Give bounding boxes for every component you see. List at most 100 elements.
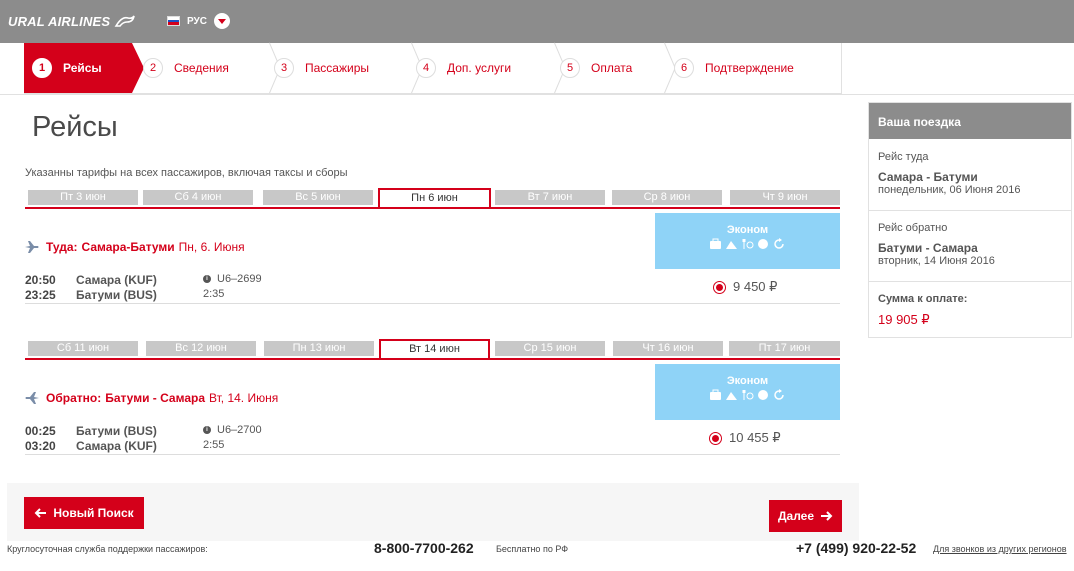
step-label: Оплата (591, 61, 633, 75)
date-tab[interactable]: Вт 7 июн (495, 190, 605, 205)
trip-total: Сумма к оплате: 19 905 ₽ (869, 293, 1071, 328)
arrival-airport: Батуми (BUS) (76, 288, 157, 302)
row-divider (25, 454, 840, 455)
info-icon[interactable]: i (203, 275, 211, 283)
flight-date: Вт, 14. Июня (209, 391, 279, 405)
date-tab[interactable]: Пт 17 июн (729, 341, 840, 356)
departure-airport: Самара (KUF) (76, 273, 157, 287)
free-note: Бесплатно по РФ (496, 544, 569, 554)
fare-radio[interactable] (709, 431, 722, 445)
next-button[interactable]: Далее (769, 500, 842, 532)
date-tab[interactable]: Пт 3 июн (28, 190, 138, 205)
new-search-button[interactable]: Новый Поиск (24, 497, 144, 529)
outbound-date-tabs: Пт 3 июн Сб 4 июн Вс 5 июн Пн 6 июн Вт 7… (25, 188, 840, 212)
date-tabs-underline (25, 358, 840, 360)
trip-return-date: вторник, 14 Июня 2016 (878, 255, 995, 267)
russia-flag-icon (167, 16, 180, 26)
date-tab[interactable]: Сб 11 июн (28, 341, 138, 356)
return-heading: Обратно: Батуми - Самара Вт, 14. Июня (25, 391, 278, 405)
step-flights[interactable]: 1 Рейсы (24, 43, 144, 93)
meal-icon (742, 390, 754, 400)
step-label: Доп. услуги (447, 61, 512, 75)
step-number: 5 (560, 58, 580, 78)
date-tab[interactable]: Ср 15 июн (495, 341, 605, 356)
fare-features (655, 389, 840, 401)
exchange-icon (774, 238, 784, 249)
date-tab-selected[interactable]: Пн 6 июн (378, 188, 491, 207)
free-phone[interactable]: 8-800-7700-262 (374, 540, 474, 556)
step-confirmation[interactable]: 6 Подтверждение (674, 43, 794, 93)
step-label: Рейсы (63, 61, 102, 75)
date-tab[interactable]: Вс 5 июн (263, 190, 373, 205)
date-tabs-underline (25, 207, 840, 209)
fare-note: Указанны тарифы на всех пассажиров, вклю… (25, 167, 348, 179)
other-phone[interactable]: +7 (499) 920-22-52 (796, 540, 916, 556)
fare-features (655, 238, 840, 250)
departure-time: 20:50 (25, 273, 56, 287)
date-tab-selected[interactable]: Вт 14 июн (379, 339, 490, 358)
step-payment[interactable]: 5 Оплата (560, 43, 632, 93)
plane-return-icon (25, 392, 39, 404)
arrival-time: 03:20 (25, 439, 56, 453)
support-text: Круглосуточная служба поддержки пассажир… (7, 544, 208, 554)
arrival-airport: Самара (KUF) (76, 439, 157, 453)
date-tab[interactable]: Вс 12 июн (146, 341, 256, 356)
date-tab[interactable]: Ср 8 июн (612, 190, 722, 205)
trip-return: Рейс обратно Батуми - Самара вторник, 14… (869, 222, 1071, 267)
step-details[interactable]: 2 Сведения (143, 43, 229, 93)
outbound-fare-option[interactable]: 9 450 ₽ (713, 279, 777, 295)
fare-class-label: Эконом (726, 375, 769, 387)
return-date-tabs: Сб 11 июн Вс 12 июн Пн 13 июн Вт 14 июн … (25, 339, 840, 363)
flight-number[interactable]: i U6–2699 (203, 273, 262, 285)
chevron-down-icon[interactable] (213, 13, 230, 29)
bird-logo-icon (114, 15, 136, 27)
arrival-time: 23:25 (25, 288, 56, 302)
trip-outbound-label: Рейс туда (878, 151, 929, 163)
baggage-icon (710, 389, 721, 400)
next-label: Далее (777, 509, 815, 523)
divider (869, 281, 1071, 282)
date-tab[interactable]: Чт 9 июн (730, 190, 840, 205)
other-regions-link[interactable]: Для звонков из других регионов (933, 544, 1067, 554)
route-label: Батуми - Самара (105, 391, 205, 405)
trip-return-label: Рейс обратно (878, 222, 948, 234)
step-number: 6 (674, 58, 694, 78)
step-passengers[interactable]: 3 Пассажиры (274, 43, 369, 93)
row-divider (25, 303, 840, 304)
step-label: Пассажиры (305, 61, 370, 75)
trip-summary-title: Ваша поездка (869, 103, 1071, 139)
date-tab[interactable]: Чт 16 июн (613, 341, 723, 356)
baggage-icon (710, 238, 721, 249)
plane-icon (25, 241, 39, 253)
info-icon[interactable]: i (203, 426, 211, 434)
fare-radio[interactable] (713, 280, 726, 294)
date-tab[interactable]: Сб 4 июн (143, 190, 253, 205)
total-label: Сумма к оплате: (878, 293, 968, 305)
fare-price: 10 455 ₽ (729, 430, 781, 445)
arrow-left-icon (34, 508, 47, 518)
meal-icon (742, 239, 754, 249)
flight-duration: 2:55 (203, 439, 225, 451)
trip-outbound-date: понедельник, 06 Июня 2016 (878, 184, 1021, 196)
return-fare-option[interactable]: 10 455 ₽ (709, 430, 781, 446)
step-number: 4 (416, 58, 436, 78)
step-label: Подтверждение (705, 61, 794, 75)
step-number: 2 (143, 58, 163, 78)
flight-duration: 2:35 (203, 288, 225, 300)
date-tab[interactable]: Пн 13 июн (264, 341, 374, 356)
page-title: Рейсы (32, 111, 118, 143)
direction-label: Обратно: (46, 391, 102, 405)
step-extras[interactable]: 4 Доп. услуги (416, 43, 511, 93)
steps-border (841, 43, 842, 94)
trip-summary: Ваша поездка Рейс туда Самара - Батуми п… (868, 102, 1072, 338)
economy-fare-header: Эконом (655, 213, 840, 269)
fare-price: 9 450 ₽ (733, 279, 778, 294)
departure-airport: Батуми (BUS) (76, 424, 157, 438)
divider (869, 210, 1071, 211)
hand-luggage-icon (726, 392, 737, 400)
trip-outbound: Рейс туда Самара - Батуми понедельник, 0… (869, 151, 1071, 196)
language-selector[interactable]: РУС (167, 13, 230, 29)
step-label: Сведения (174, 61, 229, 75)
airline-logo[interactable]: URAL AIRLINES (8, 13, 136, 29)
flight-number[interactable]: i U6–2700 (203, 424, 262, 436)
